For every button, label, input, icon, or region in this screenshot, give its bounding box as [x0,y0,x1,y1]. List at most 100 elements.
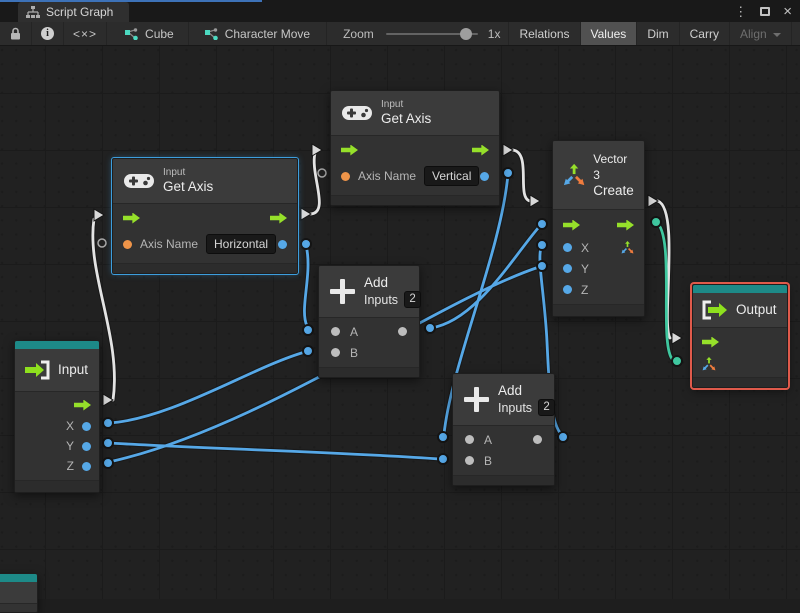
node-header[interactable]: Vector 3 Create [553,141,644,210]
port-a[interactable] [331,327,340,336]
node-graph-input[interactable]: Input X Y Z [14,340,100,493]
port-b[interactable] [331,348,340,357]
node-partial-clipped[interactable] [0,573,38,613]
port-b[interactable] [465,456,474,465]
tab-script-graph[interactable]: Script Graph [18,2,130,22]
close-icon[interactable]: × [783,4,792,19]
focus-accent-line [0,0,262,2]
node-footer [113,263,297,273]
zoom-slider[interactable] [385,27,478,40]
breadcrumb-character-move[interactable]: Character Move [189,22,328,45]
port-x-label: X [581,240,590,255]
distribute-dropdown[interactable]: Distribute [792,22,800,45]
flow-in-arrow-icon[interactable] [702,336,719,348]
node-graph-output[interactable]: Output [692,284,788,388]
zoom-slider-handle[interactable] [459,27,472,40]
window-menu-icon[interactable]: ⋮ [734,5,747,18]
flow-out-arrow-icon[interactable] [270,212,287,224]
port-z-label: Z [581,282,589,297]
lock-button[interactable] [0,22,32,45]
align-dropdown[interactable]: Align [730,22,792,45]
node-footer [453,475,554,485]
port-x-label: X [65,419,74,433]
port-y-label: Y [65,439,74,453]
result-port[interactable] [480,171,489,181]
axis-name-input[interactable]: Horizontal [206,234,277,254]
graph-output-icon [702,300,727,320]
inputs-count-field[interactable]: 2 [538,399,556,416]
maximize-icon[interactable] [760,6,771,16]
axis-name-port[interactable] [123,239,132,249]
breadcrumb-label: Cube [145,26,174,41]
port-z-label: Z [66,459,74,473]
inputs-label: Inputs [498,400,533,415]
node-title: Input [58,362,89,377]
dim-button[interactable]: Dim [637,22,680,45]
zoom-value: 1x [487,26,501,41]
gamepad-icon [124,174,154,188]
port-y[interactable] [563,264,572,273]
vector3-icon [563,163,585,186]
code-preview-button[interactable]: <×> [64,22,108,45]
add-icon [464,387,489,412]
breadcrumb-cube[interactable]: Cube [107,22,189,45]
node-category: Input [163,167,186,178]
values-button[interactable]: Values [580,22,638,45]
node-footer [319,367,419,377]
port-a-label: A [350,324,359,339]
axis-name-input[interactable]: Vertical [424,166,480,186]
port-y[interactable] [82,441,91,451]
carry-button[interactable]: Carry [680,22,730,45]
node-header[interactable]: Add Inputs 2 [453,374,556,426]
node-vector3-create[interactable]: Vector 3 Create X Y Z [552,140,645,317]
graph-breadcrumb-icon [125,27,138,40]
port-y-label: Y [581,261,590,276]
port-a[interactable] [465,435,474,444]
axis-name-port[interactable] [341,171,350,181]
zoom-label: Zoom [343,26,374,41]
inputs-count-field[interactable]: 2 [404,291,422,308]
node-header[interactable]: Output [693,293,787,328]
node-category: Vector 3 [593,152,628,182]
inspect-button[interactable]: i [32,22,64,45]
param-label: Axis Name [358,169,417,183]
port-z[interactable] [563,285,572,294]
result-port[interactable] [278,239,287,249]
node-title: Create [593,183,634,198]
node-add-1[interactable]: Add Inputs 2 A B [318,265,422,378]
sum-port[interactable] [533,435,542,444]
node-header[interactable]: Input [15,349,99,392]
node-title: Add [498,383,523,398]
flow-out-arrow-icon[interactable] [617,219,634,231]
flow-out-arrow-icon[interactable] [74,399,91,411]
param-label: Axis Name [140,237,199,251]
port-z[interactable] [82,461,91,471]
vector3-value-port[interactable] [702,357,716,371]
node-footer [693,377,787,387]
unit-color-bar [0,574,37,582]
tab-title: Script Graph [46,5,114,19]
node-get-axis-horizontal[interactable]: Input Get Axis Axis Name Horizontal [112,158,298,274]
node-title: Get Axis [381,111,432,126]
vector3-result-port[interactable] [621,241,634,254]
unit-color-bar [15,341,99,349]
node-header[interactable] [0,582,37,604]
breadcrumb-label: Character Move [224,26,311,41]
flow-in-arrow-icon[interactable] [563,219,580,231]
node-footer [331,195,499,205]
node-header[interactable]: Input Get Axis [113,159,297,204]
node-get-axis-vertical[interactable]: Input Get Axis Axis Name Vertical [330,90,500,206]
flow-in-arrow-icon[interactable] [341,144,358,156]
node-add-2[interactable]: Add Inputs 2 A B [452,373,556,486]
gamepad-icon [342,106,372,120]
flow-out-arrow-icon[interactable] [472,144,489,156]
port-x[interactable] [82,421,91,431]
node-footer [15,480,99,492]
relations-button[interactable]: Relations [509,22,581,45]
sum-port[interactable] [398,327,407,336]
inputs-label: Inputs [364,292,399,307]
node-header[interactable]: Input Get Axis [331,91,499,136]
port-x[interactable] [563,243,572,252]
node-header[interactable]: Add Inputs 2 [319,266,422,318]
flow-in-arrow-icon[interactable] [123,212,140,224]
